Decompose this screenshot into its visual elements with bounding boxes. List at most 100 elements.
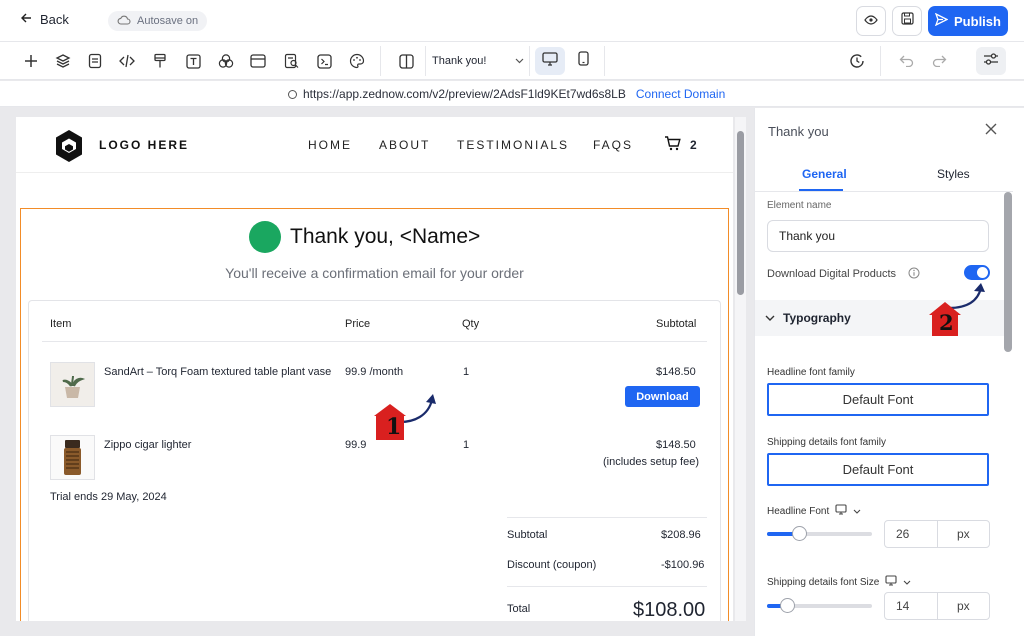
toolbar-divider bbox=[880, 46, 881, 76]
desktop-icon[interactable] bbox=[885, 575, 897, 589]
split-view-icon[interactable] bbox=[396, 51, 416, 71]
summary-discount-label: Discount (coupon) bbox=[507, 559, 597, 571]
logo-text: LOGO HERE bbox=[99, 138, 190, 152]
nav-home[interactable]: HOME bbox=[308, 138, 352, 152]
sliders-icon bbox=[983, 52, 999, 71]
chevron-down-icon[interactable] bbox=[903, 577, 911, 588]
headline-font-size-slider[interactable] bbox=[767, 526, 872, 541]
summary-subtotal-label: Subtotal bbox=[507, 529, 548, 541]
page-canvas: LOGO HERE HOME ABOUT TESTIMONIALS FAQS 2… bbox=[16, 117, 733, 621]
typography-label: Typography bbox=[783, 311, 851, 325]
cart-button[interactable]: 2 bbox=[664, 136, 697, 154]
add-element-icon[interactable] bbox=[21, 51, 41, 71]
nav-faqs[interactable]: FAQS bbox=[593, 138, 633, 152]
cart-count: 2 bbox=[690, 138, 697, 152]
annotation-marker-2-label: 2 bbox=[939, 310, 954, 335]
slider-knob[interactable] bbox=[780, 598, 795, 613]
nav-about[interactable]: ABOUT bbox=[379, 138, 430, 152]
components-icon[interactable] bbox=[216, 51, 236, 71]
properties-panel: Thank you General Styles Element name Th… bbox=[754, 108, 1024, 636]
undo-icon[interactable] bbox=[896, 51, 916, 71]
info-icon[interactable] bbox=[908, 267, 920, 282]
element-name-label: Element name bbox=[767, 200, 832, 211]
product-image-vase bbox=[50, 362, 95, 407]
connect-domain-link[interactable]: Connect Domain bbox=[636, 87, 725, 101]
layers-icon[interactable] bbox=[53, 51, 73, 71]
headline-font-size-label: Headline Font bbox=[767, 505, 830, 517]
cart-icon bbox=[664, 136, 681, 154]
arrow-left-icon bbox=[20, 12, 32, 27]
palette-icon[interactable] bbox=[347, 51, 367, 71]
pages-icon[interactable] bbox=[85, 51, 105, 71]
col-header-item: Item bbox=[50, 318, 72, 330]
header-divider bbox=[42, 341, 707, 342]
unit-label: px bbox=[956, 599, 970, 613]
preview-url[interactable]: https://app.zednow.com/v2/preview/2AdsF1… bbox=[303, 87, 626, 101]
download-digital-products-toggle[interactable] bbox=[964, 265, 990, 280]
floppy-disk-icon bbox=[900, 12, 914, 30]
canvas-scrollbar[interactable] bbox=[735, 117, 746, 621]
canvas-scroll-thumb[interactable] bbox=[737, 131, 744, 295]
layout-icon[interactable] bbox=[248, 51, 268, 71]
shipping-font-size-slider[interactable] bbox=[767, 598, 872, 613]
headline-font-size-input[interactable]: 26 px bbox=[884, 520, 990, 548]
download-button[interactable]: Download bbox=[625, 386, 700, 407]
element-name-input[interactable]: Thank you bbox=[767, 220, 989, 252]
headline-font-family-select[interactable]: Default Font bbox=[767, 383, 989, 416]
preview-button[interactable] bbox=[856, 6, 886, 36]
desktop-icon[interactable] bbox=[835, 504, 847, 518]
shipping-font-family-select[interactable]: Default Font bbox=[767, 453, 989, 486]
product-qty: 1 bbox=[463, 366, 470, 378]
settings-sliders-button[interactable] bbox=[976, 47, 1006, 75]
site-header: LOGO HERE HOME ABOUT TESTIMONIALS FAQS 2 bbox=[16, 117, 733, 173]
product-qty: 1 bbox=[463, 439, 470, 451]
code-icon[interactable] bbox=[117, 51, 137, 71]
headline-font-size-value[interactable]: 26 bbox=[885, 521, 938, 547]
desktop-view-button[interactable] bbox=[535, 47, 565, 75]
toolbar-divider bbox=[604, 46, 605, 76]
seo-search-icon[interactable] bbox=[281, 51, 301, 71]
panel-scrollbar[interactable] bbox=[1004, 192, 1012, 352]
col-header-qty: Qty bbox=[462, 318, 480, 330]
tab-general[interactable]: General bbox=[802, 167, 847, 181]
save-button[interactable] bbox=[892, 6, 922, 36]
thank-you-subtitle: You'll receive a confirmation email for … bbox=[225, 265, 524, 281]
page-select[interactable]: Thank you! bbox=[432, 52, 524, 70]
col-header-subtotal: Subtotal bbox=[656, 318, 697, 330]
thank-you-heading: Thank you, <Name> bbox=[249, 221, 480, 253]
product-price: 99.9 /month bbox=[345, 366, 404, 378]
panel-tabs: General Styles bbox=[755, 154, 1013, 192]
summary-divider bbox=[507, 586, 707, 587]
text-icon[interactable] bbox=[183, 51, 203, 71]
chevron-down-icon[interactable] bbox=[853, 506, 861, 517]
setup-fee-note: (includes setup fee) bbox=[603, 456, 699, 468]
terminal-icon[interactable] bbox=[314, 51, 334, 71]
publish-button[interactable]: Publish bbox=[928, 6, 1008, 36]
panel-title: Thank you bbox=[768, 124, 829, 139]
product-subtotal: $148.50 bbox=[656, 439, 696, 451]
success-check-icon bbox=[249, 221, 281, 253]
thank-you-title: Thank you, <Name> bbox=[290, 225, 481, 248]
history-icon[interactable] bbox=[847, 51, 867, 71]
product-image-lighter bbox=[50, 435, 95, 480]
chevron-down-icon bbox=[765, 311, 775, 325]
back-button[interactable]: Back bbox=[20, 12, 69, 27]
mobile-view-button[interactable] bbox=[568, 47, 598, 75]
order-summary-card: Item Price Qty Subtotal SandArt – Torq F… bbox=[28, 300, 721, 621]
close-icon[interactable] bbox=[985, 122, 997, 140]
shipping-font-size-value[interactable]: 14 bbox=[885, 593, 938, 619]
paint-brush-icon[interactable] bbox=[150, 51, 170, 71]
desktop-icon bbox=[542, 51, 558, 71]
preview-url-bar: https://app.zednow.com/v2/preview/2AdsF1… bbox=[0, 81, 1024, 107]
product-subtotal: $148.50 bbox=[656, 366, 696, 378]
product-price: 99.9 bbox=[345, 439, 367, 451]
toggle-knob bbox=[977, 267, 988, 278]
slider-knob[interactable] bbox=[792, 526, 807, 541]
trial-end-note: Trial ends 29 May, 2024 bbox=[50, 491, 167, 503]
shipping-font-size-input[interactable]: 14 px bbox=[884, 592, 990, 620]
tab-styles[interactable]: Styles bbox=[937, 167, 970, 181]
nav-testimonials[interactable]: TESTIMONIALS bbox=[457, 138, 569, 152]
summary-total-label: Total bbox=[507, 603, 531, 615]
product-name: SandArt – Torq Foam textured table plant… bbox=[104, 366, 332, 378]
redo-icon[interactable] bbox=[929, 51, 949, 71]
